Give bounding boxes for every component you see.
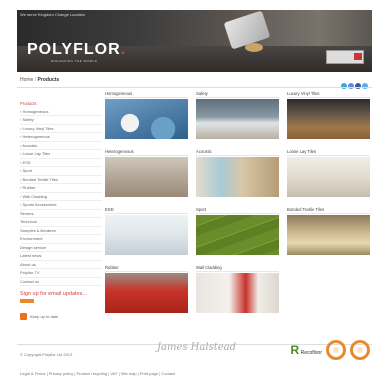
product-tile-label[interactable]: Rubber [105, 265, 188, 272]
product-tile-label[interactable]: ESD [105, 207, 188, 214]
logo-text: POLYFLOR [27, 41, 121, 58]
product-tile[interactable]: Acoustic [196, 149, 279, 197]
product-tile-label[interactable]: Acoustic [196, 149, 279, 156]
logo-mark: . [120, 41, 127, 58]
sidebar: Products HomogeneousSafetyLuxury Vinyl T… [20, 101, 102, 320]
sidebar-item[interactable]: Sports Accessories [20, 201, 102, 210]
sidebar-item[interactable]: Luxury Vinyl Tiles [20, 125, 102, 133]
sidebar-item[interactable]: Technical [20, 218, 102, 227]
recofloor-logo[interactable]: R Recofloor [291, 343, 322, 357]
product-tile-label[interactable]: Loose Lay Tiles [287, 149, 370, 156]
product-tile[interactable]: Rubber [105, 265, 188, 313]
product-tile-label[interactable]: Homogeneous [105, 91, 188, 98]
rss-icon[interactable] [341, 83, 347, 89]
email-signup-link[interactable]: Sign up for email updates... [20, 291, 102, 298]
location-link[interactable]: We serve Kingdom Change Location [20, 12, 85, 17]
product-tile[interactable]: Safety [196, 91, 279, 139]
sidebar-item[interactable]: Design service [20, 244, 102, 252]
footer-badges: R Recofloor [291, 340, 370, 360]
product-tile-image[interactable] [196, 99, 279, 139]
product-tile[interactable]: Loose Lay Tiles [287, 149, 370, 197]
product-tile-image[interactable] [105, 273, 188, 313]
product-tile-label[interactable]: Luxury Vinyl Tiles [287, 91, 370, 98]
logo-tagline: ENHANCING THE WORLD [51, 59, 98, 63]
product-tile[interactable]: ESD [105, 207, 188, 255]
product-tile-label[interactable]: Bonded Textile Tiles [287, 207, 370, 214]
sidebar-item[interactable]: Sport [20, 167, 102, 176]
product-tile[interactable]: Homogeneous [105, 91, 188, 139]
page: We serve Kingdom Change Location POLYFLO… [17, 10, 372, 376]
product-tile-image[interactable] [105, 157, 188, 197]
product-tile-label[interactable]: Sport [196, 207, 279, 214]
product-tile[interactable]: Wall Cladding [196, 265, 279, 313]
product-tile-image[interactable] [287, 157, 370, 197]
product-tile-image[interactable] [196, 273, 279, 313]
certification-badge-icon [326, 340, 346, 360]
sidebar-item[interactable]: Environment [20, 235, 102, 244]
product-tile-image[interactable] [287, 99, 370, 139]
product-tile-image[interactable] [196, 215, 279, 255]
sidebar-item[interactable]: Bonded Textile Tiles [20, 176, 102, 184]
product-tile-label[interactable]: Heterogeneous [105, 149, 188, 156]
recofloor-mark: R [290, 343, 300, 357]
sidebar-item[interactable]: Acoustic [20, 142, 102, 150]
facebook-icon[interactable] [355, 83, 361, 89]
search-input[interactable] [326, 50, 364, 64]
product-tile[interactable]: Heterogeneous [105, 149, 188, 197]
sidebar-item[interactable]: Sectors [20, 210, 102, 218]
keep-label: Keep up to date [30, 314, 59, 319]
sidebar-item[interactable]: Rubber [20, 184, 102, 193]
breadcrumb: Home / Products [20, 77, 59, 83]
sidebar-item[interactable]: Loose Lay Tiles [20, 150, 102, 159]
rss-icon [20, 313, 27, 320]
twitter-icon[interactable] [362, 83, 368, 89]
certification-badge-icon-2 [350, 340, 370, 360]
breadcrumb-home[interactable]: Home [20, 77, 33, 83]
sidebar-heading[interactable]: Products [20, 101, 102, 106]
sidebar-item[interactable]: Heterogeneous [20, 133, 102, 142]
sidebar-item[interactable]: Safety [20, 116, 102, 125]
product-tile-image[interactable] [105, 215, 188, 255]
breadcrumb-divider [17, 87, 372, 88]
product-tile-label[interactable]: Safety [196, 91, 279, 98]
sidebar-item[interactable]: ESD [20, 159, 102, 167]
sidebar-item[interactable]: About us [20, 261, 102, 269]
product-tile-image[interactable] [105, 99, 188, 139]
email-icon[interactable] [348, 83, 354, 89]
keep-up-to-date[interactable]: Keep up to date [20, 313, 102, 320]
copyright: © Copyright Polyflor Ltd 2013 [20, 352, 73, 357]
recofloor-text: Recofloor [300, 350, 322, 356]
product-tile[interactable]: Sport [196, 207, 279, 255]
breadcrumb-separator: / [34, 77, 37, 83]
product-tile-image[interactable] [287, 215, 370, 255]
sidebar-item[interactable]: Wall Cladding [20, 193, 102, 201]
sidebar-item[interactable]: Homogeneous [20, 108, 102, 116]
signup-button[interactable] [20, 299, 34, 303]
banner-bowl-image [245, 43, 263, 52]
product-tile[interactable]: Luxury Vinyl Tiles [287, 91, 370, 139]
product-tile-image[interactable] [196, 157, 279, 197]
sidebar-item[interactable]: Contact us [20, 278, 102, 286]
polyflor-logo[interactable]: POLYFLOR. [27, 41, 126, 59]
sidebar-list: HomogeneousSafetyLuxury Vinyl TilesHeter… [20, 108, 102, 286]
header-banner: We serve Kingdom Change Location POLYFLO… [17, 10, 372, 72]
sidebar-item[interactable]: Latest news [20, 252, 102, 261]
breadcrumb-current: Products [37, 77, 60, 83]
product-tile-label[interactable]: Wall Cladding [196, 265, 279, 272]
signature-logo: James Halstead [157, 342, 236, 353]
sidebar-item[interactable]: Polyflor TV [20, 269, 102, 278]
product-tile[interactable]: Bonded Textile Tiles [287, 207, 370, 255]
search-go-button[interactable] [354, 53, 362, 60]
footer-links[interactable]: Legal & Terms | Privacy policy | Product… [20, 371, 175, 376]
sidebar-item[interactable]: Samples & literature [20, 227, 102, 235]
